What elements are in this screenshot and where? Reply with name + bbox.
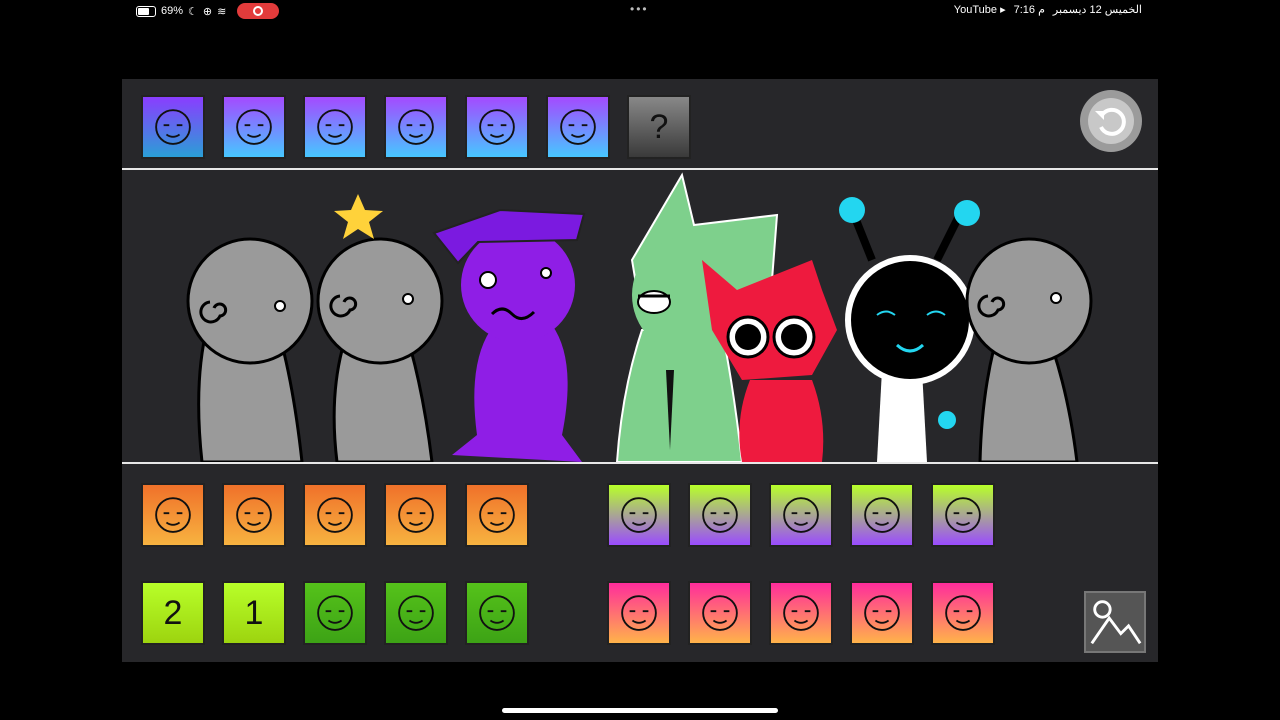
sound-whiskers-button[interactable] <box>850 483 914 547</box>
game-panel: ? 2 1 <box>122 79 1158 662</box>
sound-antenna-button[interactable] <box>303 581 367 645</box>
sound-horns-green-icon <box>467 583 527 643</box>
sound-ball-icon <box>690 485 750 545</box>
battery-icon <box>136 5 156 17</box>
sound-ball-button[interactable] <box>688 483 752 547</box>
sound-cat-ears-icon <box>609 485 669 545</box>
sound-cat-ears-button[interactable] <box>607 483 671 547</box>
sound-smile-button[interactable] <box>769 483 833 547</box>
character-stage <box>122 170 1158 464</box>
sound-drive-2-icon: 2 <box>163 593 183 632</box>
sound-tv-icon <box>305 97 365 157</box>
gray-character-2[interactable] <box>316 194 444 462</box>
sound-cat-face-icon <box>467 97 527 157</box>
sound-cloud-button[interactable] <box>931 581 995 645</box>
sound-bush-button[interactable] <box>303 483 367 547</box>
sound-monkey-button[interactable] <box>688 581 752 645</box>
status-time: 7:16 م <box>1013 4 1045 16</box>
sound-bolt-icon <box>224 97 284 157</box>
sound-tie-icon <box>386 583 446 643</box>
sound-party-hat-icon <box>548 97 608 157</box>
sound-triangle-button[interactable] <box>384 483 448 547</box>
sound-locked-icon: ? <box>649 107 669 146</box>
sound-bolt-button[interactable] <box>222 95 286 159</box>
sound-pizza-icon <box>224 485 284 545</box>
sound-orb-icon <box>852 583 912 643</box>
sound-hourglass-icon <box>609 583 669 643</box>
reset-icon <box>1088 98 1134 144</box>
sound-spots-button[interactable] <box>931 483 995 547</box>
sound-hourglass-button[interactable] <box>607 581 671 645</box>
sound-eye-button[interactable] <box>465 483 529 547</box>
purple-character[interactable] <box>432 208 586 462</box>
sound-spots-icon <box>933 485 993 545</box>
black-orb-character[interactable] <box>839 197 980 462</box>
multitasking-dots[interactable]: ••• <box>630 2 649 16</box>
sound-locked-button[interactable]: ? <box>627 95 691 159</box>
sound-crown-icon <box>771 583 831 643</box>
status-bar: 69% ☾ ⊕ ≋ ••• YouTube ▸ 7:16 م الخميس 12… <box>122 0 1158 20</box>
sound-drive-1-button[interactable]: 1 <box>222 581 286 645</box>
battery-percent: 69% <box>161 5 184 17</box>
gray-character-1[interactable] <box>186 237 314 462</box>
sound-monkey-icon <box>690 583 750 643</box>
sound-orb-button[interactable] <box>850 581 914 645</box>
sound-dog-button[interactable] <box>141 483 205 547</box>
reset-button[interactable] <box>1080 90 1142 152</box>
sound-purple-head-button[interactable] <box>384 95 448 159</box>
sound-whiskers-icon <box>852 485 912 545</box>
sound-bush-icon <box>305 485 365 545</box>
moon-icon: ☾ <box>188 5 198 18</box>
back-app-link[interactable]: YouTube ▸ <box>954 3 1006 16</box>
screen-record-indicator[interactable] <box>237 3 280 19</box>
sound-triangle-icon <box>386 485 446 545</box>
sound-horns-icon <box>143 97 203 157</box>
home-indicator[interactable] <box>502 708 778 713</box>
sound-purple-head-icon <box>386 97 446 157</box>
sound-pizza-button[interactable] <box>222 483 286 547</box>
gallery-button[interactable] <box>1084 591 1146 653</box>
sound-antenna-icon <box>305 583 365 643</box>
status-date: الخميس 12 ديسمبر <box>1052 4 1142 16</box>
sound-tie-button[interactable] <box>384 581 448 645</box>
sound-horns-button[interactable] <box>141 95 205 159</box>
sound-dog-icon <box>143 485 203 545</box>
wifi-icon: ≋ <box>217 5 227 18</box>
sound-eye-icon <box>467 485 527 545</box>
sound-cloud-icon <box>933 583 993 643</box>
landscape-icon <box>1090 600 1142 645</box>
gray-character-3[interactable] <box>965 237 1093 462</box>
sound-drive-1-icon: 1 <box>244 593 264 632</box>
sound-party-hat-button[interactable] <box>546 95 610 159</box>
sound-cat-face-button[interactable] <box>465 95 529 159</box>
sound-drive-2-button[interactable]: 2 <box>141 581 205 645</box>
record-icon <box>253 6 264 16</box>
sound-smile-icon <box>771 485 831 545</box>
sound-tv-button[interactable] <box>303 95 367 159</box>
sound-crown-button[interactable] <box>769 581 833 645</box>
sound-horns-green-button[interactable] <box>465 581 529 645</box>
lock-rotation-icon: ⊕ <box>202 5 213 18</box>
